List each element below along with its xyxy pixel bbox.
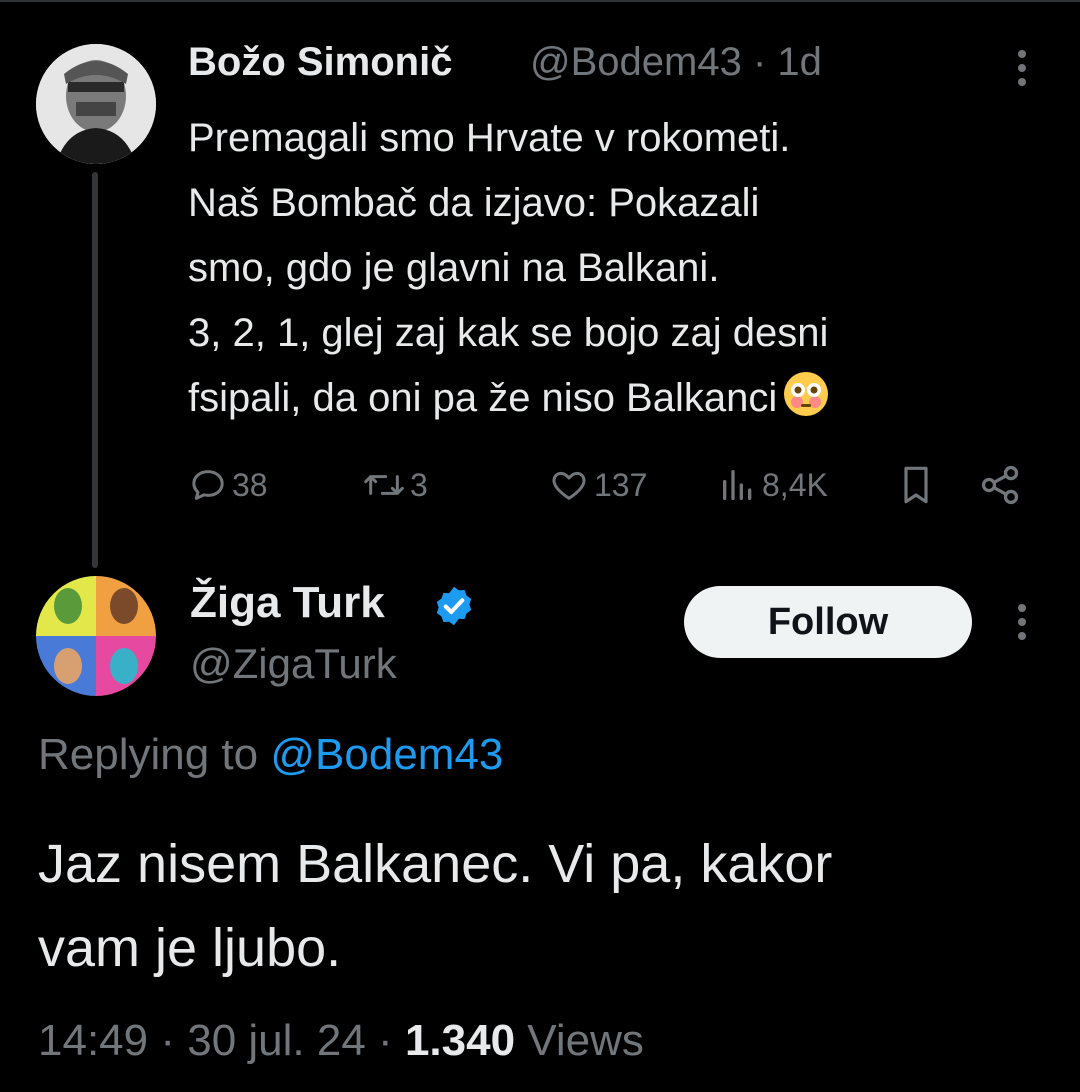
parent-age[interactable]: 1d [777,40,822,84]
tweet-time[interactable]: 14:49 [38,1016,148,1065]
text-line: 3, 2, 1, glej zaj kak se bojo zaj desni [188,311,829,355]
bookmark-button[interactable] [896,460,936,510]
views-label: Views [527,1016,644,1065]
parent-handle[interactable]: @Bodem43 [530,40,742,84]
repost-count: 3 [410,466,428,503]
tweet-date[interactable]: 30 jul. 24 [187,1016,366,1065]
share-button[interactable] [978,460,1022,510]
replying-to: Replying to @Bodem43 [38,730,503,780]
parent-tweet-text: Premagali smo Hrvate v rokometi. Naš Bom… [188,106,1048,437]
verified-badge-icon[interactable] [432,584,476,628]
repost-icon [364,475,404,495]
like-count: 137 [594,466,648,503]
meta-separator: · [752,40,767,84]
avatar-ziga-turk[interactable] [36,576,156,696]
text-line: Jaz nisem Balkanec. Vi pa, kakor [38,834,833,894]
text-line: Premagali smo Hrvate v rokometi. [188,116,791,160]
repost-button[interactable]: 3 [362,460,428,510]
replying-prefix: Replying to [38,730,259,779]
parent-display-name[interactable]: Božo Simonič [188,40,452,85]
top-divider [0,0,1080,2]
like-icon [552,471,586,500]
reply-button[interactable]: 38 [188,460,268,510]
reply-tweet-text: Jaz nisem Balkanec. Vi pa, kakor vam je … [38,822,1038,990]
text-line: fsipali, da oni pa že niso Balkanci [188,376,778,420]
footer-separator: · [378,1016,393,1065]
more-icon[interactable] [1016,604,1028,646]
views-icon [723,470,752,500]
views-button[interactable]: 8,4K [718,460,828,510]
reply-display-name[interactable]: Žiga Turk [190,578,385,628]
thread-connector [92,172,98,568]
reply-count: 38 [232,466,268,503]
parent-meta: @Bodem43 · 1d [530,40,822,85]
follow-button[interactable]: Follow [684,586,972,658]
share-icon [981,465,1019,505]
views-count: 8,4K [762,466,828,503]
text-line: vam je ljubo. [38,918,342,978]
bookmark-icon [904,466,928,504]
avatar-bozo-simonic[interactable] [36,44,156,164]
text-line: Naš Bombač da izjavo: Pokazali [188,181,760,225]
text-line-with-emoji: fsipali, da oni pa že niso Balkanci [188,366,1048,437]
footer-separator: · [160,1016,175,1065]
reply-icon [192,470,224,500]
more-icon[interactable] [1016,50,1028,92]
reply-handle[interactable]: @ZigaTurk [190,640,397,688]
text-line: smo, gdo je glavni na Balkani. [188,246,720,290]
replying-handle-link[interactable]: @Bodem43 [270,730,503,779]
like-button[interactable]: 137 [548,460,647,510]
flushed-face-emoji [783,371,829,437]
tweet-footer: 14:49 · 30 jul. 24 · 1.340 Views [38,1016,644,1066]
views-total: 1.340 [404,1016,516,1065]
